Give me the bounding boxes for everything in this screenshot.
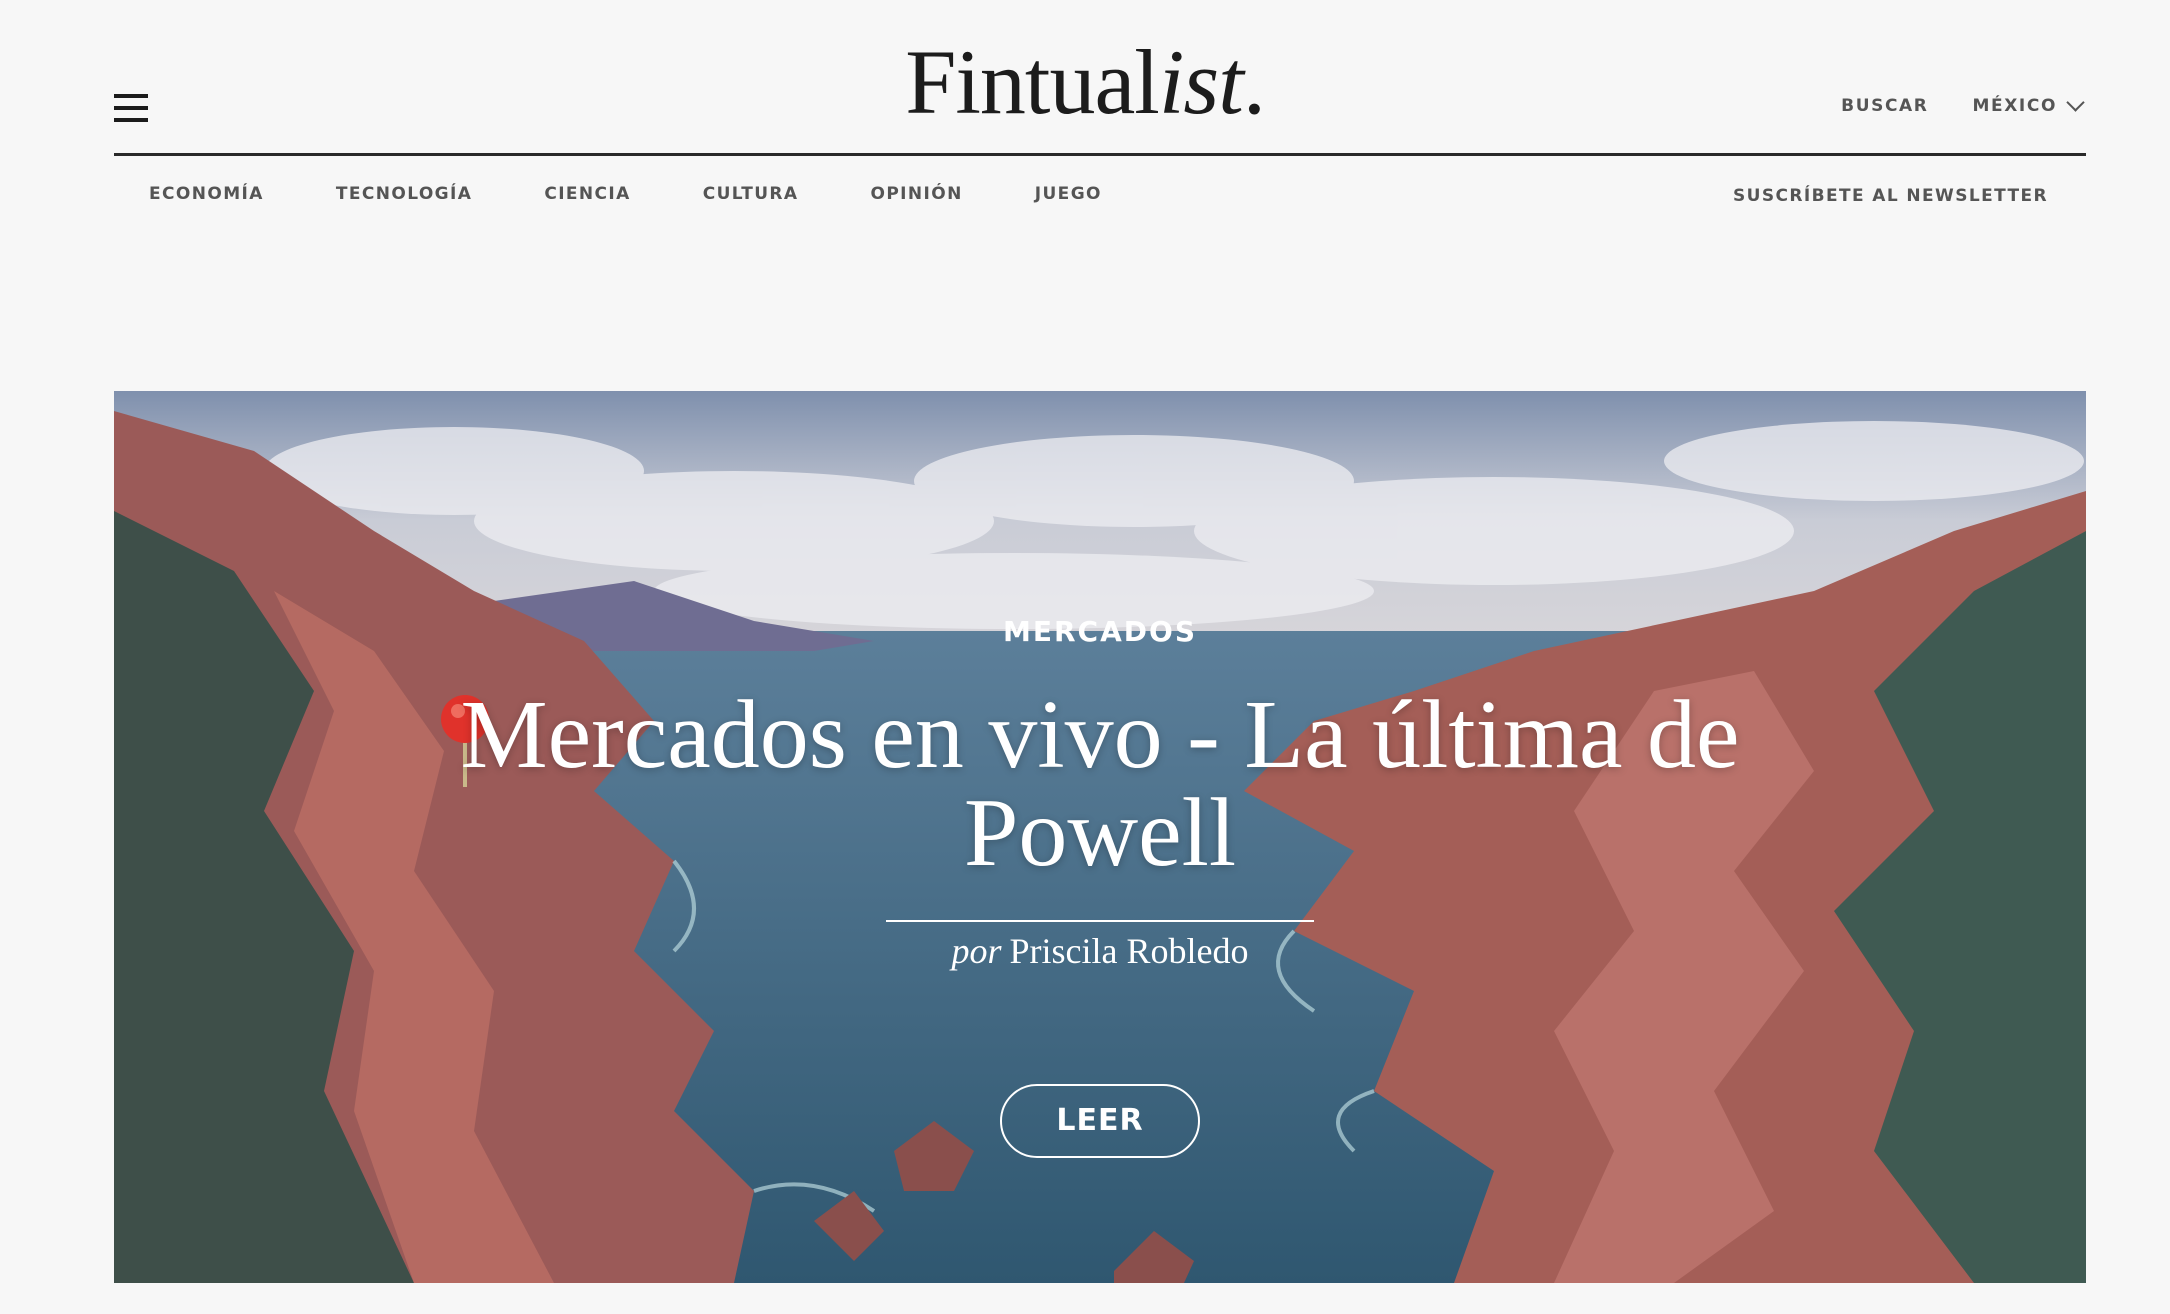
- nav-item-cultura[interactable]: CULTURA: [703, 184, 799, 204]
- nav-item-opinion[interactable]: OPINIÓN: [870, 184, 962, 204]
- read-button[interactable]: LEER: [1000, 1084, 1200, 1158]
- article-category[interactable]: MERCADOS: [114, 615, 2086, 648]
- nav-item-economia[interactable]: ECONOMÍA: [149, 184, 264, 204]
- logo-dot: .: [1242, 31, 1266, 133]
- hero-article[interactable]: MERCADOS Mercados en vivo - La última de…: [114, 391, 2086, 1283]
- article-byline: por Priscila Robledo: [114, 930, 2086, 972]
- logo-italic: ist: [1158, 31, 1244, 133]
- country-selector[interactable]: MÉXICO: [1972, 92, 2085, 116]
- header-divider: [114, 153, 2086, 156]
- top-links: BUSCAR MÉXICO: [1841, 92, 2085, 116]
- hero-content: MERCADOS Mercados en vivo - La última de…: [114, 615, 2086, 1158]
- nav-item-tecnologia[interactable]: TECNOLOGÍA: [336, 184, 472, 204]
- search-link[interactable]: BUSCAR: [1841, 96, 1928, 116]
- byline-divider: [886, 920, 1314, 922]
- article-title[interactable]: Mercados en vivo - La última de Powell: [440, 686, 1760, 882]
- country-label: MÉXICO: [1972, 96, 2057, 116]
- nav-item-juego[interactable]: JUEGO: [1035, 184, 1102, 204]
- category-nav: ECONOMÍA TECNOLOGÍA CIENCIA CULTURA OPIN…: [149, 184, 1102, 204]
- newsletter-link[interactable]: SUSCRÍBETE AL NEWSLETTER: [1733, 186, 2048, 206]
- chevron-down-icon: [2066, 92, 2085, 112]
- byline-prefix: por: [951, 931, 1002, 971]
- nav-item-ciencia[interactable]: CIENCIA: [544, 184, 630, 204]
- author-name[interactable]: Priscila Robledo: [1010, 931, 1249, 971]
- logo-main: Fintual: [905, 31, 1160, 133]
